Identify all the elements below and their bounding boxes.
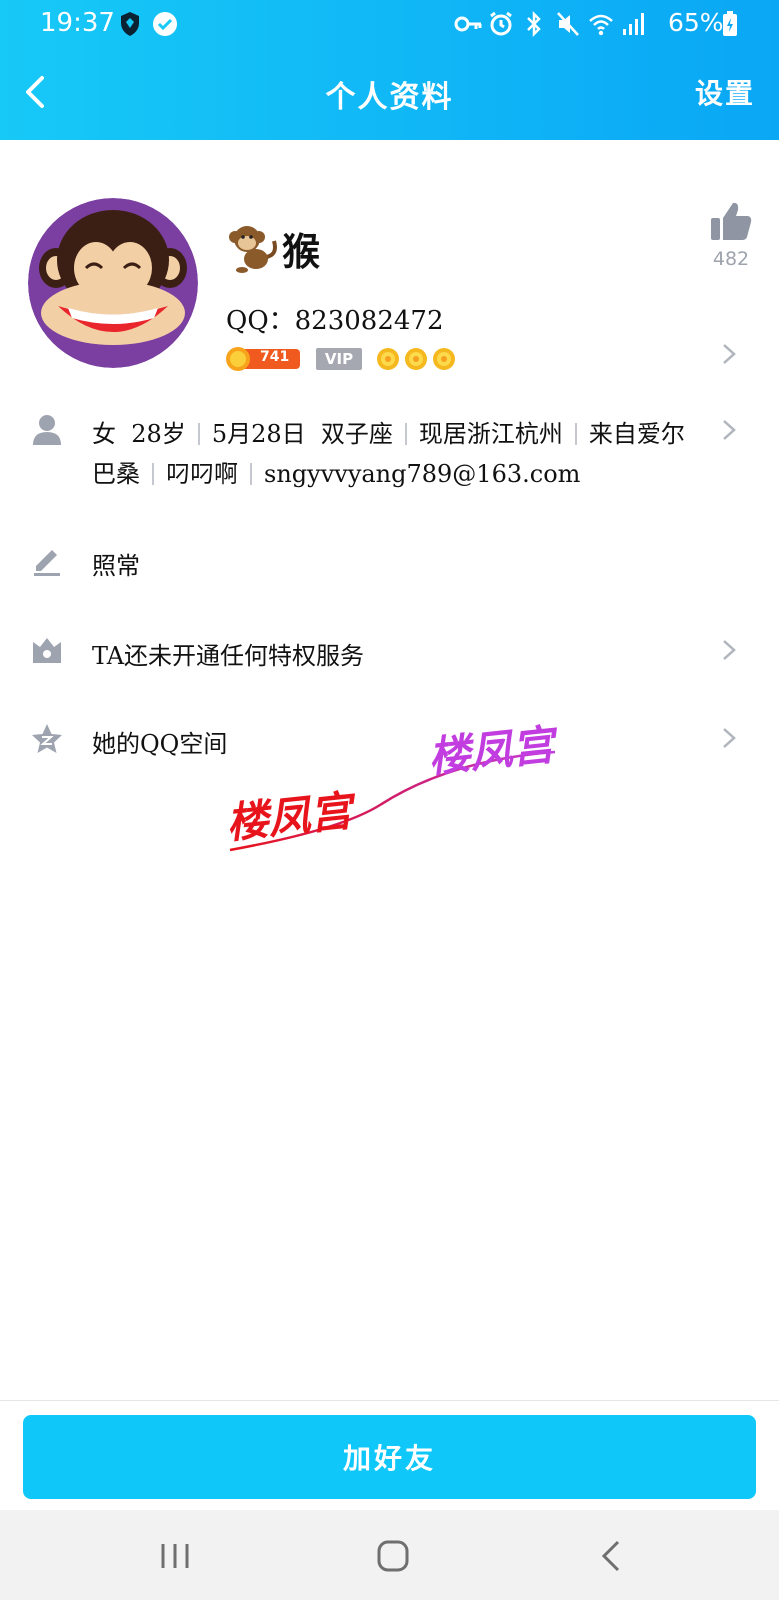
signature-text: 照常 xyxy=(92,552,140,580)
chevron-right-icon[interactable] xyxy=(720,342,738,366)
recent-apps-icon[interactable] xyxy=(155,1536,195,1576)
battery-percent: 65% xyxy=(668,8,724,37)
monkey-emoji-icon xyxy=(229,226,277,273)
privilege-text: TA还未开通任何特权服务 xyxy=(92,642,365,670)
divider xyxy=(404,423,407,445)
level-badge: 741 xyxy=(226,346,302,372)
email: sngyvvyang789@163.com xyxy=(264,460,581,488)
qq-number: QQ：823082472 xyxy=(226,306,444,336)
divider xyxy=(250,463,252,485)
like-count: 482 xyxy=(712,248,750,270)
watermark: 楼凤宫 楼凤宫 xyxy=(224,719,562,852)
battery-icon xyxy=(723,11,737,36)
location: 现居浙江杭州 xyxy=(418,420,563,448)
hometown-cont: 巴桑 xyxy=(92,460,140,488)
crown-icon xyxy=(33,638,61,663)
chevron-right-icon[interactable] xyxy=(720,418,738,442)
home-icon[interactable] xyxy=(373,1536,413,1576)
nickname: 猴 xyxy=(226,218,320,278)
page-title: 个人资料 xyxy=(325,80,454,115)
divider xyxy=(197,423,200,445)
chevron-right-icon[interactable] xyxy=(720,726,738,750)
status-bar: 19:37 65% xyxy=(0,0,779,52)
chevron-right-icon[interactable] xyxy=(720,638,738,662)
system-nav-bar xyxy=(0,1510,779,1600)
hometown: 来自爱尔 xyxy=(588,420,685,448)
info-line-1: 女 28岁 5月28日 双子座 现居浙江杭州 来自爱尔 xyxy=(92,414,685,449)
level-value: 741 xyxy=(260,349,290,365)
bottom-action-bar: 加好友 xyxy=(0,1400,779,1511)
gender: 女 xyxy=(92,420,116,448)
like-button[interactable]: 482 xyxy=(708,200,754,270)
status-time: 19:37 xyxy=(40,8,115,38)
signal-icon xyxy=(623,13,644,35)
info-line-2: 巴桑 叼叼啊 sngyvvyang789@163.com xyxy=(92,454,580,489)
divider xyxy=(574,423,577,445)
company: 叼叼啊 xyxy=(166,460,238,488)
sun-icon xyxy=(405,348,427,370)
pencil-icon xyxy=(34,550,60,576)
header-bar: 19:37 65% 个人资料 设置 xyxy=(0,0,779,140)
avatar[interactable] xyxy=(28,198,198,368)
birthday: 5月28日 xyxy=(211,420,306,448)
shield-icon xyxy=(121,12,139,36)
mute-icon xyxy=(557,12,579,36)
nickname-text: 猴 xyxy=(282,228,321,274)
person-icon xyxy=(33,415,61,445)
zodiac: 双子座 xyxy=(320,420,393,448)
divider xyxy=(152,463,154,485)
bluetooth-icon xyxy=(527,11,541,37)
vip-badge: VIP xyxy=(316,348,362,370)
sun-icon xyxy=(377,348,399,370)
add-friend-button[interactable]: 加好友 xyxy=(23,1415,756,1499)
age: 28岁 xyxy=(131,420,186,448)
key-icon xyxy=(454,16,482,32)
sun-icon xyxy=(433,348,455,370)
qzone-text: 她的QQ空间 xyxy=(92,730,228,758)
watermark-text-1: 楼凤宫 xyxy=(224,785,360,848)
back-nav-icon[interactable] xyxy=(592,1536,632,1576)
watermark-text-2: 楼凤宫 xyxy=(426,719,562,782)
nav-bar: 个人资料 设置 xyxy=(0,62,779,122)
alarm-icon xyxy=(490,11,512,36)
settings-button[interactable]: 设置 xyxy=(695,72,755,112)
wifi-icon xyxy=(589,14,613,36)
check-circle-icon xyxy=(153,12,177,36)
badge-row[interactable]: 741 VIP xyxy=(226,344,456,374)
qzone-star-icon xyxy=(32,724,62,753)
thumbs-up-icon xyxy=(711,202,752,240)
